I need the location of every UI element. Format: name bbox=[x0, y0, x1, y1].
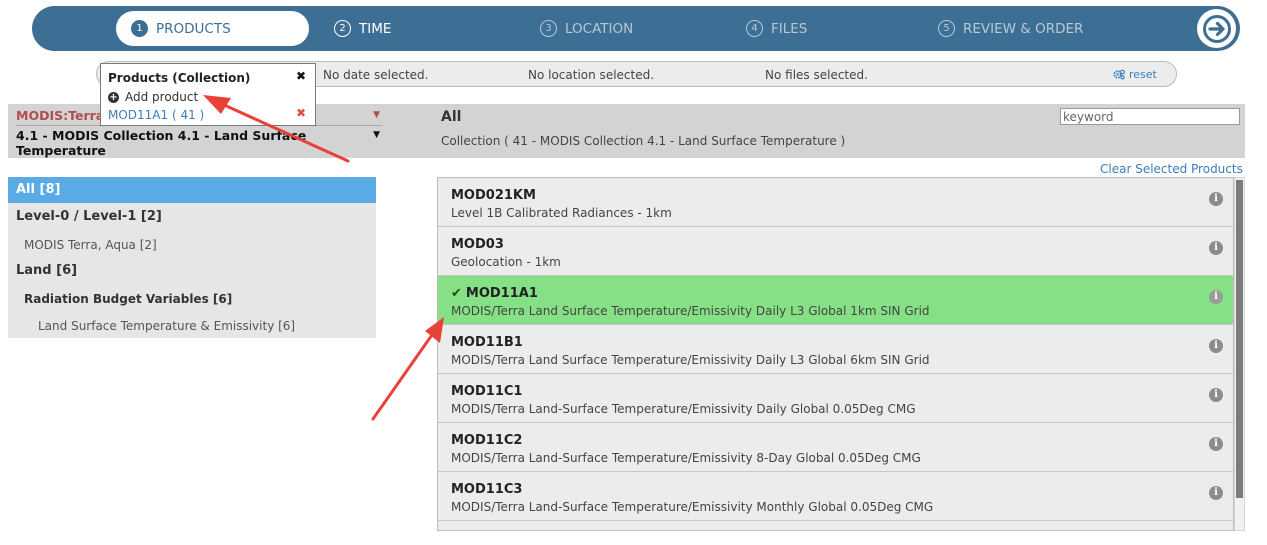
location-summary: No location selected. bbox=[528, 68, 655, 82]
popup-title: Products (Collection) bbox=[108, 71, 251, 85]
product-description: MODIS/Terra Land-Surface Temperature/Emi… bbox=[451, 451, 921, 465]
info-icon[interactable]: i bbox=[1209, 486, 1223, 500]
product-description: MODIS/Terra Land-Surface Temperature/Emi… bbox=[451, 402, 916, 416]
wizard-bar: 1 PRODUCTS 2 TIME 3 LOCATION 4 FILES 5 R… bbox=[32, 6, 1240, 51]
keyword-search-input[interactable] bbox=[1060, 108, 1240, 125]
collection-value: 4.1 - MODIS Collection 4.1 - Land Surfac… bbox=[16, 128, 307, 158]
product-name-text: MOD11C2 bbox=[451, 433, 523, 448]
annotation-arrow bbox=[371, 317, 444, 421]
product-name: MOD11C2 bbox=[451, 433, 522, 448]
step-label: TIME bbox=[359, 20, 392, 37]
step-label: PRODUCTS bbox=[156, 20, 231, 37]
step-number: 5 bbox=[938, 20, 955, 37]
product-row[interactable]: MOD03 Geolocation - 1km i bbox=[438, 227, 1233, 276]
date-summary: No date selected. bbox=[323, 68, 429, 82]
product-name: MOD03 bbox=[451, 237, 504, 252]
product-list: MOD021KM Level 1B Calibrated Radiances - … bbox=[437, 177, 1234, 531]
caret-down-icon: ▼ bbox=[373, 110, 380, 120]
next-step-button[interactable] bbox=[1197, 9, 1236, 48]
tree-item-lst-emissivity[interactable]: Land Surface Temperature & Emissivity [6… bbox=[38, 319, 295, 333]
add-product-button[interactable]: + Add product bbox=[108, 90, 198, 104]
product-row[interactable]: MOD021KM Level 1B Calibrated Radiances - … bbox=[438, 178, 1233, 227]
step-files[interactable]: 4 FILES bbox=[746, 11, 807, 46]
tree-item-all[interactable]: All [8] bbox=[8, 177, 376, 203]
category-tree: All [8] Level-0 / Level-1 [2] MODIS Terr… bbox=[8, 177, 376, 338]
step-products[interactable]: 1 PRODUCTS bbox=[116, 11, 309, 46]
product-name: MOD11B1 bbox=[451, 335, 523, 350]
close-icon[interactable]: ✖ bbox=[296, 69, 306, 83]
gears-icon bbox=[1113, 69, 1125, 80]
reset-label: reset bbox=[1129, 68, 1157, 81]
products-popup: Products (Collection) ✖ + Add product MO… bbox=[100, 63, 316, 126]
product-name-text: MOD11B1 bbox=[451, 335, 523, 350]
tree-item-level0-level1[interactable]: Level-0 / Level-1 [2] bbox=[16, 209, 162, 224]
product-description: Geolocation - 1km bbox=[451, 255, 561, 269]
satellite-value: MODIS:Terra bbox=[16, 108, 105, 123]
product-description: MODIS/Terra Land-Surface Temperature/Emi… bbox=[451, 500, 934, 514]
product-name: ✔ MOD11A1 bbox=[451, 286, 538, 301]
check-icon: ✔ bbox=[451, 286, 462, 301]
tree-item-radiation-budget[interactable]: Radiation Budget Variables [6] bbox=[24, 292, 232, 306]
product-row[interactable]: MOD11C2 MODIS/Terra Land-Surface Temperat… bbox=[438, 423, 1233, 472]
product-name: MOD021KM bbox=[451, 188, 536, 203]
add-product-label: Add product bbox=[125, 90, 199, 104]
info-icon[interactable]: i bbox=[1209, 437, 1223, 451]
plus-circle-icon: + bbox=[108, 91, 119, 103]
info-icon[interactable]: i bbox=[1209, 192, 1223, 206]
reset-button[interactable]: reset bbox=[1113, 68, 1157, 81]
product-group-heading: All bbox=[441, 109, 462, 125]
info-icon[interactable]: i bbox=[1209, 290, 1223, 304]
product-name-text: MOD11C3 bbox=[451, 482, 523, 497]
selected-product-link[interactable]: MOD11A1 ( 41 ) bbox=[108, 108, 204, 122]
product-row[interactable]: ✔ MOD11A1 MODIS/Terra Land Surface Tempera… bbox=[438, 276, 1233, 325]
step-number: 4 bbox=[746, 20, 763, 37]
step-label: FILES bbox=[771, 20, 808, 37]
product-name-text: MOD11A1 bbox=[465, 286, 538, 301]
step-number: 2 bbox=[334, 20, 351, 37]
step-review-order[interactable]: 5 REVIEW & ORDER bbox=[938, 11, 1083, 46]
product-description: MODIS/Terra Land Surface Temperature/Emi… bbox=[451, 304, 930, 318]
step-location[interactable]: 3 LOCATION bbox=[540, 11, 633, 46]
info-icon[interactable]: i bbox=[1209, 339, 1223, 353]
product-row[interactable]: MOD11C3 MODIS/Terra Land-Surface Temperat… bbox=[438, 472, 1233, 521]
scrollbar-thumb[interactable] bbox=[1236, 180, 1243, 498]
caret-down-icon: ▼ bbox=[373, 130, 380, 140]
product-row[interactable]: MOD11C1 MODIS/Terra Land-Surface Temperat… bbox=[438, 374, 1233, 423]
product-name: MOD11C3 bbox=[451, 482, 522, 497]
step-number: 1 bbox=[131, 20, 148, 37]
step-label: LOCATION bbox=[565, 20, 634, 37]
product-row[interactable]: MOD11B1 MODIS/Terra Land Surface Temperat… bbox=[438, 325, 1233, 374]
product-name-text: MOD021KM bbox=[451, 188, 536, 203]
product-name: MOD11C1 bbox=[451, 384, 522, 399]
collection-select[interactable]: 4.1 - MODIS Collection 4.1 - Land Surfac… bbox=[16, 128, 382, 158]
product-list-scrollbar[interactable] bbox=[1234, 177, 1245, 531]
clear-selected-products-link[interactable]: Clear Selected Products bbox=[1100, 162, 1243, 176]
step-number: 3 bbox=[540, 20, 557, 37]
product-description: Level 1B Calibrated Radiances - 1km bbox=[451, 206, 672, 220]
product-name-text: MOD03 bbox=[451, 237, 504, 252]
collection-summary: Collection ( 41 - MODIS Collection 4.1 -… bbox=[441, 134, 846, 148]
step-time[interactable]: 2 TIME bbox=[334, 11, 391, 46]
tree-item-land[interactable]: Land [6] bbox=[16, 263, 77, 278]
info-icon[interactable]: i bbox=[1209, 388, 1223, 402]
arrow-right-circle-icon bbox=[1202, 14, 1231, 43]
tree-item-modis-terra-aqua[interactable]: MODIS Terra, Aqua [2] bbox=[24, 238, 157, 252]
product-name-text: MOD11C1 bbox=[451, 384, 523, 399]
step-label: REVIEW & ORDER bbox=[963, 20, 1084, 37]
files-summary: No files selected. bbox=[765, 68, 868, 82]
remove-icon[interactable]: ✖ bbox=[296, 106, 306, 120]
info-icon[interactable]: i bbox=[1209, 241, 1223, 255]
product-description: MODIS/Terra Land Surface Temperature/Emi… bbox=[451, 353, 930, 367]
